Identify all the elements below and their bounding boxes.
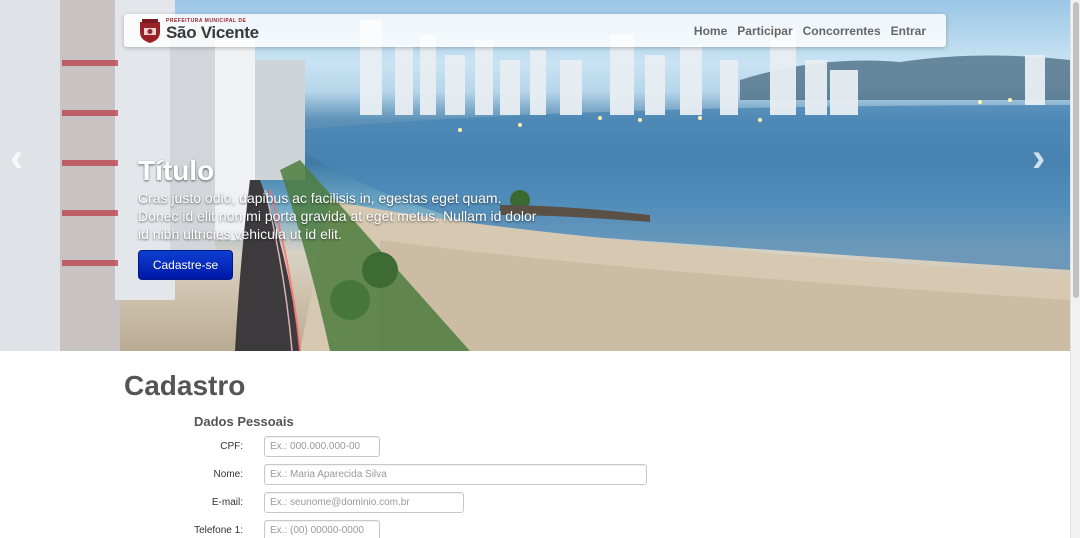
carousel-text: Cras justo odio, dapibus ac facilisis in…: [138, 190, 537, 242]
nav-entrar[interactable]: Entrar: [891, 24, 926, 38]
email-label: E-mail:: [211, 497, 243, 508]
page-scrollbar[interactable]: [1070, 0, 1080, 538]
main-nav: Home Participar Concorrentes Entrar: [694, 24, 926, 38]
navbar: PREFEITURA MUNICIPAL DE São Vicente Home…: [124, 14, 946, 47]
email-input[interactable]: [264, 492, 464, 513]
brand-name: São Vicente: [166, 23, 259, 42]
telefone1-label: Telefone 1:: [194, 525, 243, 536]
carousel-next-button[interactable]: ›: [1032, 138, 1045, 178]
email-row: E-mail:: [0, 492, 700, 514]
section-title: Dados Pessoais: [194, 414, 294, 429]
signup-button[interactable]: Cadastre-se: [138, 250, 233, 280]
telefone1-input[interactable]: [264, 520, 380, 538]
hero-carousel: ‹ › Título Cras justo odio, dapibus ac f…: [0, 0, 1070, 351]
city-crest-icon: [140, 18, 160, 43]
nav-concorrentes[interactable]: Concorrentes: [803, 24, 881, 38]
nome-input[interactable]: [264, 464, 647, 485]
nav-home[interactable]: Home: [694, 24, 727, 38]
brand-logo[interactable]: PREFEITURA MUNICIPAL DE São Vicente: [138, 17, 259, 44]
carousel-prev-button[interactable]: ‹: [10, 138, 23, 178]
cpf-input[interactable]: [264, 436, 380, 457]
nome-label: Nome:: [213, 469, 243, 480]
carousel-title: Título: [138, 155, 215, 186]
telefone1-row: Telefone 1:: [0, 520, 700, 538]
nome-row: Nome:: [0, 464, 700, 486]
page-title: Cadastro: [124, 370, 246, 401]
nav-participar[interactable]: Participar: [737, 24, 792, 38]
carousel-caption: Título Cras justo odio, dapibus ac facil…: [138, 155, 538, 243]
cpf-row: CPF:: [0, 436, 700, 458]
cpf-label: CPF:: [220, 441, 243, 452]
scrollbar-thumb[interactable]: [1073, 2, 1079, 298]
